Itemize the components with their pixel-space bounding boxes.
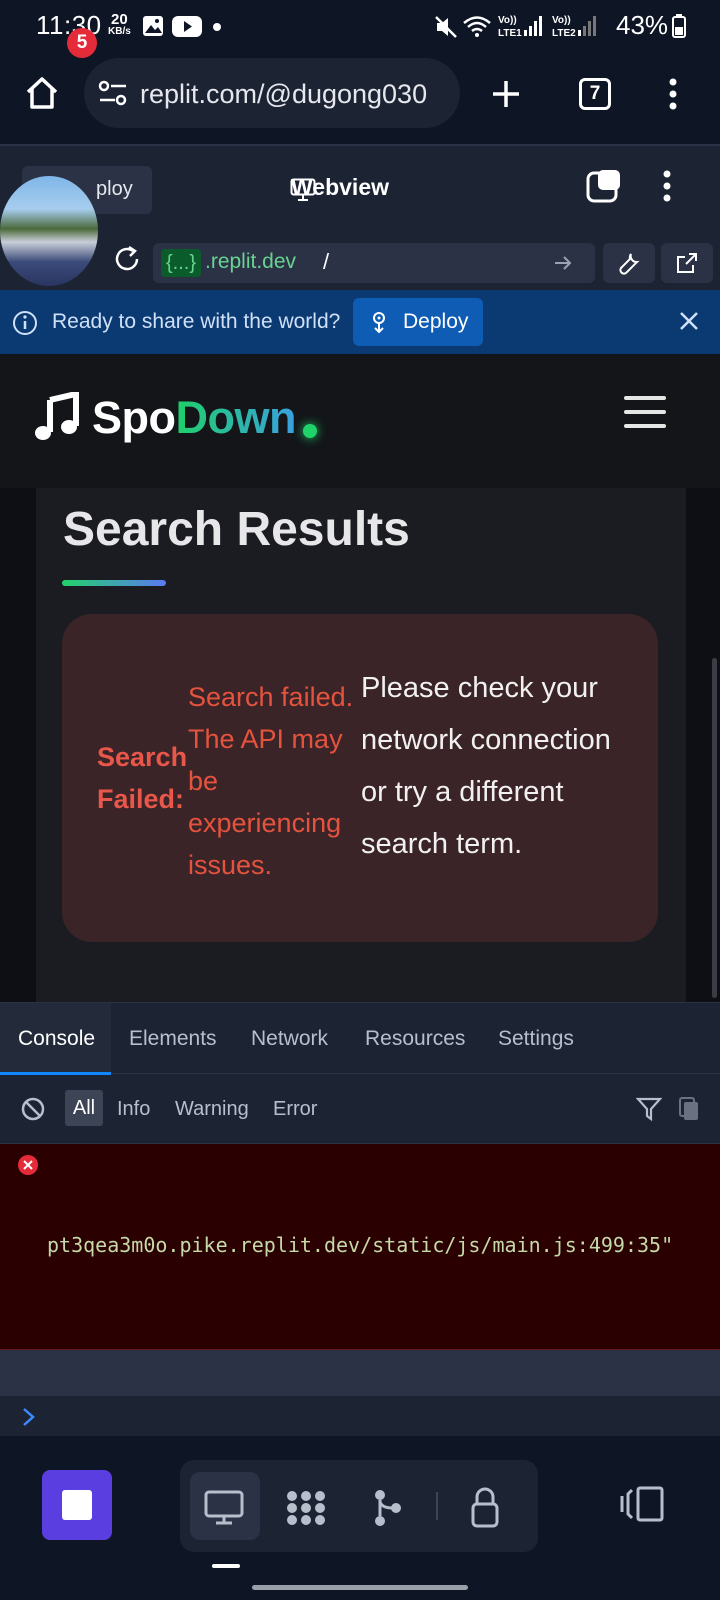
deploy-icon: [373, 312, 385, 334]
svg-text:Vo)): Vo)): [498, 15, 517, 26]
reload-icon[interactable]: [112, 244, 142, 274]
notification-badge: 5: [67, 28, 97, 58]
lock-icon[interactable]: [470, 1486, 500, 1528]
deploy-banner: Ready to share with the world? Deploy: [0, 290, 720, 354]
error-api-message: Search failed. The API may be experienci…: [188, 682, 354, 880]
webview-url-field[interactable]: {...} .replit.dev /: [153, 243, 595, 283]
url-path: /: [323, 249, 330, 274]
monitor-icon[interactable]: [204, 1490, 244, 1526]
info-icon: [13, 311, 37, 335]
avatar[interactable]: [0, 176, 98, 286]
error-source-link[interactable]: pt3qea3m0o.pike.replit.dev/static/js/mai…: [47, 1233, 673, 1257]
devtools-tabs: Console Elements Network Resources Setti…: [0, 1002, 720, 1075]
webview-content: SpoDown Search Results Search Failed: Se…: [0, 354, 720, 1002]
banner-message: Ready to share with the world?: [52, 310, 341, 333]
youtube-icon: [172, 16, 202, 37]
tab-settings[interactable]: Settings: [498, 1027, 574, 1051]
go-arrow-icon[interactable]: [553, 253, 573, 273]
tab-console[interactable]: Console: [18, 1027, 95, 1051]
svg-text:LTE1: LTE1: [498, 28, 522, 39]
segment-divider: [436, 1492, 438, 1520]
deploy-button[interactable]: Deploy: [353, 298, 483, 346]
external-link-icon: [677, 253, 697, 273]
filter-all[interactable]: All: [65, 1090, 103, 1126]
git-branch-icon[interactable]: [372, 1488, 404, 1528]
logo-text-down: Down: [175, 392, 297, 443]
gesture-home-bar[interactable]: [252, 1585, 468, 1590]
battery-icon: [672, 14, 686, 38]
gallery-icon: [143, 16, 163, 36]
close-icon[interactable]: [678, 310, 700, 332]
stop-icon: [62, 1490, 92, 1520]
tab-switcher-button[interactable]: 7: [579, 78, 611, 110]
url-host: .replit.dev: [205, 250, 297, 273]
error-heading: Search Failed:: [97, 742, 188, 814]
console-prompt[interactable]: [0, 1396, 720, 1438]
tab-resources[interactable]: Resources: [365, 1027, 465, 1051]
replit-webview-header: ploy Webview {...} .replit.dev /: [0, 144, 720, 290]
filter-icon[interactable]: [636, 1096, 662, 1122]
prompt-chevron-icon: [23, 1408, 35, 1426]
status-bar: 11:30 20 KB/s Vo)) LTE1 Vo)) LTE2 43%: [0, 0, 720, 52]
clear-console-icon[interactable]: [20, 1096, 46, 1122]
error-hint: Please check your network connection or …: [361, 672, 611, 860]
hamburger-menu-icon[interactable]: [624, 394, 666, 430]
copy-icon[interactable]: [678, 1096, 700, 1122]
devtools-button[interactable]: [603, 243, 655, 283]
browser-menu-icon[interactable]: [668, 78, 678, 110]
view-switcher: [180, 1460, 538, 1552]
home-icon[interactable]: [24, 76, 60, 110]
console-error-row[interactable]: pt3qea3m0o.pike.replit.dev/static/js/mai…: [0, 1144, 720, 1350]
music-note-icon: [35, 392, 79, 440]
title-underline: [62, 580, 166, 586]
logo-text-spo: Spo: [92, 392, 176, 443]
cellular-signal-icon: Vo)) LTE1 Vo)) LTE2: [498, 15, 596, 39]
split-pane-icon[interactable]: [586, 168, 622, 204]
wrench-icon: [619, 253, 640, 275]
stop-button[interactable]: [42, 1470, 112, 1540]
network-speed-value: 20: [111, 11, 128, 28]
svg-text:LTE2: LTE2: [552, 28, 576, 39]
tab-elements[interactable]: Elements: [129, 1027, 217, 1051]
svg-text:Vo)): Vo)): [552, 15, 571, 26]
filter-error[interactable]: Error: [273, 1098, 317, 1121]
webview-scrollbar[interactable]: [712, 658, 717, 998]
active-nav-indicator: [212, 1564, 240, 1568]
filter-warning[interactable]: Warning: [175, 1098, 249, 1121]
error-icon: [18, 1155, 38, 1175]
devtools-panel: Console Elements Network Resources Setti…: [0, 1002, 720, 1438]
address-bar-url[interactable]: replit.com/@dugong030: [140, 79, 446, 110]
console-filters: All Info Warning Error: [0, 1074, 720, 1144]
wifi-icon: [463, 16, 491, 37]
network-speed: 20 KB/s: [108, 12, 131, 37]
tab-network[interactable]: Network: [251, 1027, 328, 1051]
logo-dot: [303, 424, 317, 438]
browser-toolbar: replit.com/@dugong030 7: [0, 52, 720, 144]
url-chip: {...}: [161, 249, 202, 277]
site-settings-icon[interactable]: [98, 80, 128, 106]
panel-layout-icon[interactable]: [620, 1486, 666, 1522]
deploy-tab-label: ploy: [96, 178, 133, 200]
filter-info[interactable]: Info: [117, 1098, 150, 1121]
battery-level: 43%: [616, 10, 669, 40]
replit-bottom-bar: [0, 1436, 720, 1556]
apps-icon[interactable]: [284, 1488, 328, 1528]
page-title: Search Results: [63, 503, 410, 556]
network-speed-unit: KB/s: [108, 26, 131, 37]
deploy-button-label: Deploy: [403, 310, 469, 333]
new-tab-icon[interactable]: [490, 78, 522, 110]
console-empty-row: [0, 1350, 720, 1396]
notification-dot-icon: [213, 23, 221, 31]
site-logo[interactable]: SpoDown: [92, 392, 296, 444]
webview-menu-icon[interactable]: [662, 170, 672, 202]
webview-title: Webview: [291, 174, 389, 200]
open-in-new-tab-button[interactable]: [661, 243, 713, 283]
mute-icon: [435, 16, 457, 38]
